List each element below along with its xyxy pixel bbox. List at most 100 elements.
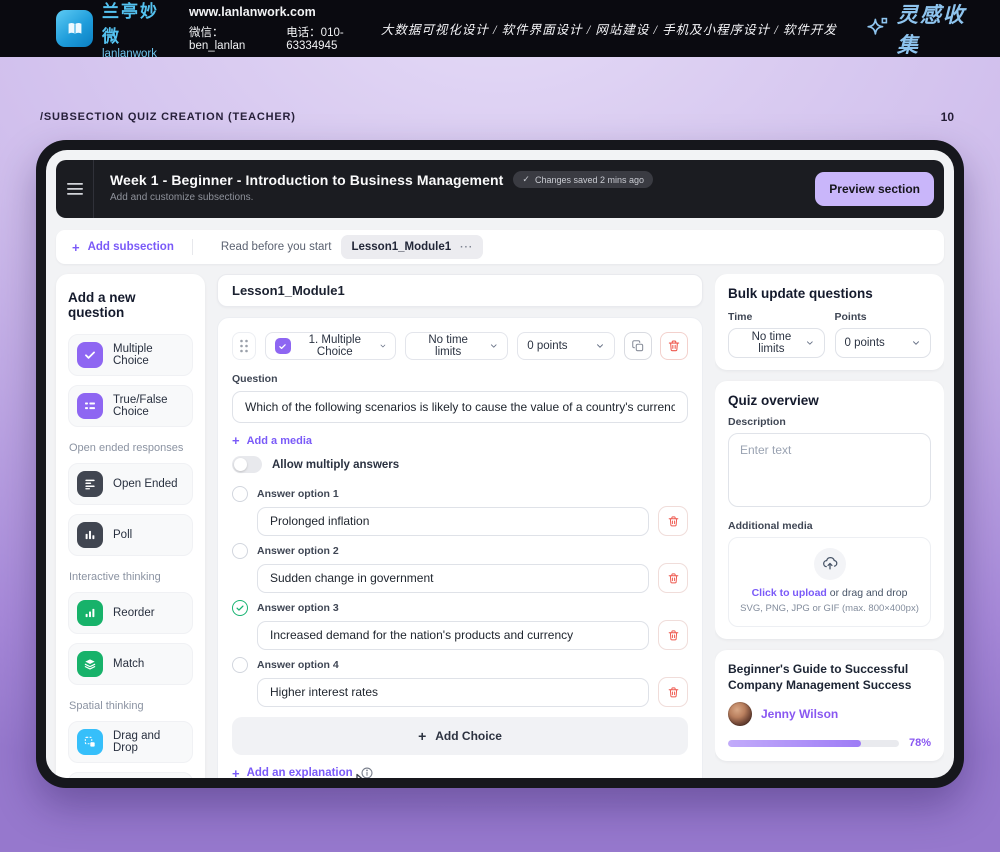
quiz-overview-card: Quiz overview Description Additional med… — [715, 381, 944, 639]
contact-block: www.lanlanwork.com 微信：ben_lanlan 电话：010-… — [189, 5, 381, 52]
answer-option-label: Answer option 1 — [257, 488, 339, 500]
add-explanation-button[interactable]: + Add an explanation — [232, 767, 353, 779]
preview-section-button[interactable]: Preview section — [815, 172, 934, 206]
phone-text: 电话：010-63334945 — [286, 24, 381, 52]
answer-option-row: Answer option 3 — [232, 600, 688, 650]
sidebar-item-poll[interactable]: Poll — [68, 514, 193, 556]
drag-handle[interactable] — [232, 332, 256, 360]
question-editor: Lesson1_Module1 1. Multiple Choice — [217, 274, 703, 778]
sidebar-item-sequencing[interactable]: Sequencing — [68, 772, 193, 778]
info-icon[interactable] — [360, 766, 374, 778]
upload-hint: SVG, PNG, JPG or GIF (max. 800×400px) — [737, 603, 922, 614]
tab-read-before-you-start[interactable]: Read before you start — [211, 235, 342, 259]
services-text: 大数据可视化设计 / 软件界面设计 / 网站建设 / 手机及小程序设计 / 软件… — [381, 19, 837, 38]
answer-text-input[interactable] — [257, 507, 649, 536]
question-card: 1. Multiple Choice No time limits 0 poin… — [217, 317, 703, 778]
changes-saved-badge: ✓ Changes saved 2 mins ago — [513, 171, 653, 188]
ascending-bars-icon — [77, 600, 103, 626]
trash-icon — [667, 572, 680, 585]
answer-option-label: Answer option 2 — [257, 545, 339, 557]
site-header: 兰亭妙微 lanlanwork www.lanlanwork.com 微信：be… — [0, 0, 1000, 57]
additional-media-label: Additional media — [728, 520, 931, 532]
correct-answer-toggle[interactable] — [232, 486, 248, 502]
media-upload-dropzone[interactable]: Click to upload or drag and drop SVG, PN… — [728, 537, 931, 627]
answer-text-input[interactable] — [257, 621, 649, 650]
quiz-overview-title: Quiz overview — [728, 393, 931, 408]
bulk-points-select[interactable]: 0 points — [835, 328, 932, 358]
description-textarea[interactable] — [728, 433, 931, 507]
answer-text-input[interactable] — [257, 564, 649, 593]
add-subsection-button[interactable]: + Add subsection — [72, 241, 174, 254]
sidebar-item-reorder[interactable]: Reorder — [68, 592, 193, 634]
section-header: Week 1 - Beginner - Introduction to Busi… — [56, 160, 944, 218]
sidebar-title: Add a new question — [68, 290, 193, 320]
wechat-text: 微信：ben_lanlan — [189, 24, 268, 52]
content-area: Add a new question Multiple Choice True/… — [56, 274, 944, 768]
sidebar-item-open-ended[interactable]: Open Ended — [68, 463, 193, 505]
answer-option-label: Answer option 3 — [257, 602, 339, 614]
sidebar-item-match[interactable]: Match — [68, 643, 193, 685]
bulk-update-title: Bulk update questions — [728, 286, 931, 301]
delete-answer-button[interactable] — [658, 620, 688, 650]
collection-badge: 灵感收集 — [863, 0, 974, 59]
answer-option-row: Answer option 4 — [232, 657, 688, 707]
plus-icon: + — [232, 767, 240, 779]
trash-icon — [667, 515, 680, 528]
tab-lesson1-module1[interactable]: Lesson1_Module1 ··· — [341, 235, 483, 259]
author-name[interactable]: Jenny Wilson — [761, 707, 838, 721]
module-title-field[interactable]: Lesson1_Module1 — [217, 274, 703, 307]
brand-name-en: lanlanwork — [102, 48, 169, 60]
delete-answer-button[interactable] — [658, 677, 688, 707]
hamburger-menu-button[interactable] — [56, 160, 94, 218]
progress-track — [728, 740, 899, 747]
sidebar-item-true-false[interactable]: True/False Choice — [68, 385, 193, 427]
quiz-builder-app: Week 1 - Beginner - Introduction to Busi… — [46, 150, 954, 778]
click-to-upload-link[interactable]: Click to upload — [752, 587, 827, 599]
sidebar-item-drag-and-drop[interactable]: Drag and Drop — [68, 721, 193, 763]
correct-answer-toggle[interactable] — [232, 543, 248, 559]
delete-question-button[interactable] — [660, 332, 688, 360]
allow-multiple-label: Allow multiply answers — [272, 459, 399, 471]
check-circle-icon — [235, 603, 245, 613]
delete-answer-button[interactable] — [658, 563, 688, 593]
chevron-down-icon — [595, 341, 605, 351]
question-type-select[interactable]: 1. Multiple Choice — [265, 332, 397, 360]
question-text-input[interactable] — [232, 391, 688, 423]
correct-answer-toggle[interactable] — [232, 600, 248, 616]
check-icon: ✓ — [522, 174, 530, 185]
delete-answer-button[interactable] — [658, 506, 688, 536]
trash-icon — [667, 629, 680, 642]
section-titles: Week 1 - Beginner - Introduction to Busi… — [94, 160, 653, 218]
bulk-time-select[interactable]: No time limits — [728, 328, 825, 358]
list-options-icon — [77, 393, 103, 419]
plus-icon: + — [72, 241, 80, 254]
trash-icon — [667, 686, 680, 699]
text-lines-icon — [77, 471, 103, 497]
correct-answer-toggle[interactable] — [232, 657, 248, 673]
layers-icon — [77, 651, 103, 677]
add-choice-button[interactable]: + Add Choice — [232, 717, 688, 755]
course-progress-card: Beginner's Guide to Successful Company M… — [715, 650, 944, 761]
description-label: Description — [728, 416, 931, 428]
sidebar-group-open-ended: Open ended responses — [69, 442, 192, 454]
add-explanation-row: + Add an explanation — [232, 766, 688, 778]
add-media-button[interactable]: + Add a media — [232, 434, 688, 447]
tab-more-icon[interactable]: ··· — [460, 242, 473, 253]
points-select[interactable]: 0 points — [517, 332, 615, 360]
page-meta: /SUBSECTION QUIZ CREATION (TEACHER) 10 — [0, 110, 1000, 124]
checkbox-check-icon — [77, 342, 103, 368]
sidebar-item-multiple-choice[interactable]: Multiple Choice — [68, 334, 193, 376]
right-panel: Bulk update questions Time No time limit… — [715, 274, 944, 778]
chevron-down-icon — [379, 341, 387, 351]
time-limit-select[interactable]: No time limits — [405, 332, 508, 360]
allow-multiple-toggle[interactable] — [232, 456, 262, 473]
answer-text-input[interactable] — [257, 678, 649, 707]
sparkle-icon — [863, 15, 890, 42]
answer-option-label: Answer option 4 — [257, 659, 339, 671]
question-types-sidebar: Add a new question Multiple Choice True/… — [56, 274, 205, 778]
author-avatar — [728, 702, 752, 726]
collection-title: 灵感收集 — [897, 0, 974, 59]
lanlanwork-logo-icon — [56, 10, 93, 47]
duplicate-question-button[interactable] — [624, 332, 652, 360]
upload-cloud-icon — [814, 548, 846, 580]
